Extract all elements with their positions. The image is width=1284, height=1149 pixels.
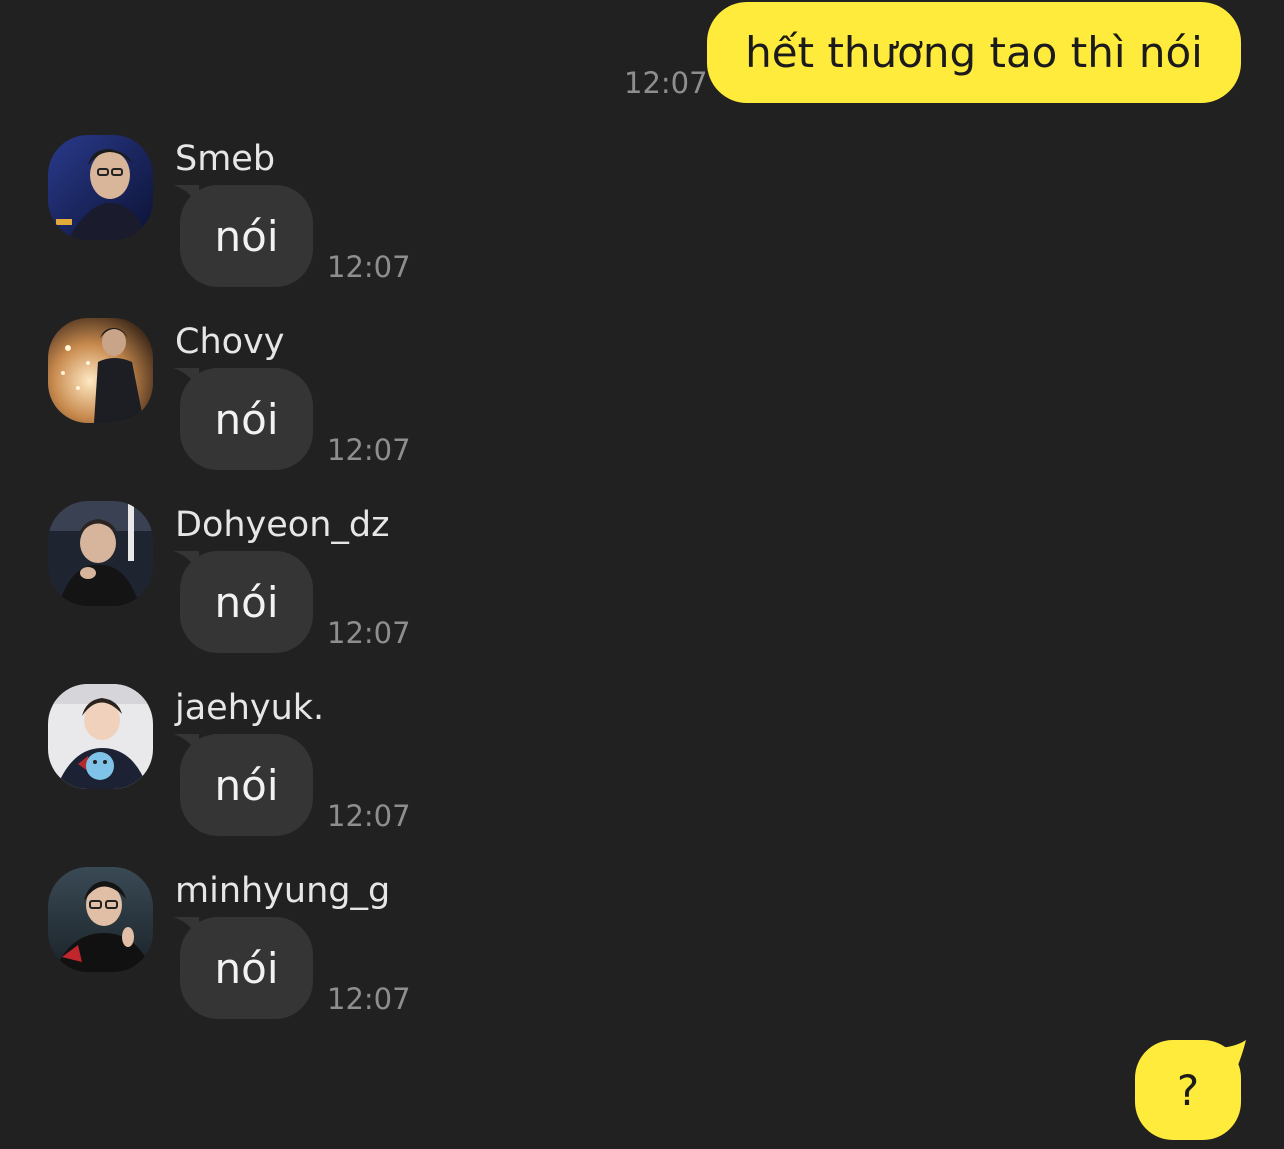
message-text: nói (214, 943, 279, 993)
message-group: minhyung_g nói 12:07 (0, 867, 700, 1037)
message-group: Dohyeon_dz nói 12:07 (0, 501, 700, 671)
avatar[interactable] (48, 501, 153, 606)
outgoing-message-bubble[interactable]: ? (1135, 1040, 1241, 1140)
outgoing-message-bubble[interactable]: hết thương tao thì nói (707, 2, 1241, 103)
message-time: 12:07 (327, 982, 411, 1016)
sender-name: jaehyuk. (175, 688, 325, 728)
message-time: 12:07 (327, 433, 411, 467)
message-group: Chovy nói 12:07 (0, 318, 700, 488)
sender-name: Chovy (175, 322, 285, 362)
message-time: 12:07 (327, 799, 411, 833)
message-text: nói (214, 760, 279, 810)
message-time: 12:07 (327, 250, 411, 284)
avatar[interactable] (48, 318, 153, 423)
sender-name: Dohyeon_dz (175, 505, 390, 545)
incoming-message-bubble[interactable]: nói (180, 368, 313, 470)
message-text: nói (214, 394, 279, 444)
message-text: ? (1176, 1065, 1200, 1115)
incoming-message-bubble[interactable]: nói (180, 185, 313, 287)
avatar[interactable] (48, 135, 153, 240)
message-group: jaehyuk. nói 12:07 (0, 684, 700, 854)
incoming-message-bubble[interactable]: nói (180, 734, 313, 836)
message-text: nói (214, 577, 279, 627)
avatar[interactable] (48, 684, 153, 789)
message-text: nói (214, 211, 279, 261)
avatar[interactable] (48, 867, 153, 972)
message-time: 12:07 (327, 616, 411, 650)
sender-name: Smeb (175, 139, 276, 179)
message-time: 12:07 (624, 66, 708, 100)
incoming-message-bubble[interactable]: nói (180, 917, 313, 1019)
chat-screen: 12:07 hết thương tao thì nói Smeb nói 12… (0, 0, 1284, 1149)
incoming-message-bubble[interactable]: nói (180, 551, 313, 653)
sender-name: minhyung_g (175, 871, 391, 911)
message-text: hết thương tao thì nói (745, 28, 1203, 77)
message-group: Smeb nói 12:07 (0, 135, 700, 305)
